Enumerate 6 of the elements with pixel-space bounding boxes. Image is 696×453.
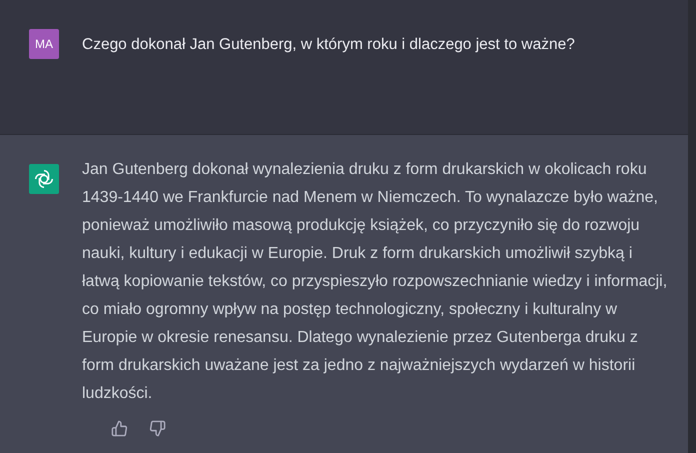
scrollbar[interactable]: [688, 0, 696, 453]
assistant-message: Jan Gutenberg dokonał wynalezienia druku z form drukarskich w okolicach roku 1439-1440 we Frankfurcie nad Menem w Niemczech. To wynalazcze było ważne, ponieważ umożliwiło masową produkcję książek, co przyczyniło się do rozwoju nauki, kultury i edukacji w Europie. Druk z form drukarskich umożliwił szybką i łatwą kopiowanie tekstów, co przyspieszyło rozpowszechnianie wiedzy i informacji, co miało ogromny wpływ na postęp technologiczny, społeczny i kulturalny w Europie w okresie renesansu. Dlatego wynalezienie przez Gutenberga druku z form drukarskich uważane jest za jedno z najważniejszych wydarzeń w historii ludzkości.: [82, 160, 668, 404]
user-avatar: MA: [29, 29, 59, 59]
thumbs-up-icon[interactable]: [111, 420, 129, 438]
user-message: Czego dokonał Jan Gutenberg, w którym roku i dlaczego jest to ważne?: [82, 35, 575, 55]
thumbs-down-icon[interactable]: [149, 420, 167, 438]
